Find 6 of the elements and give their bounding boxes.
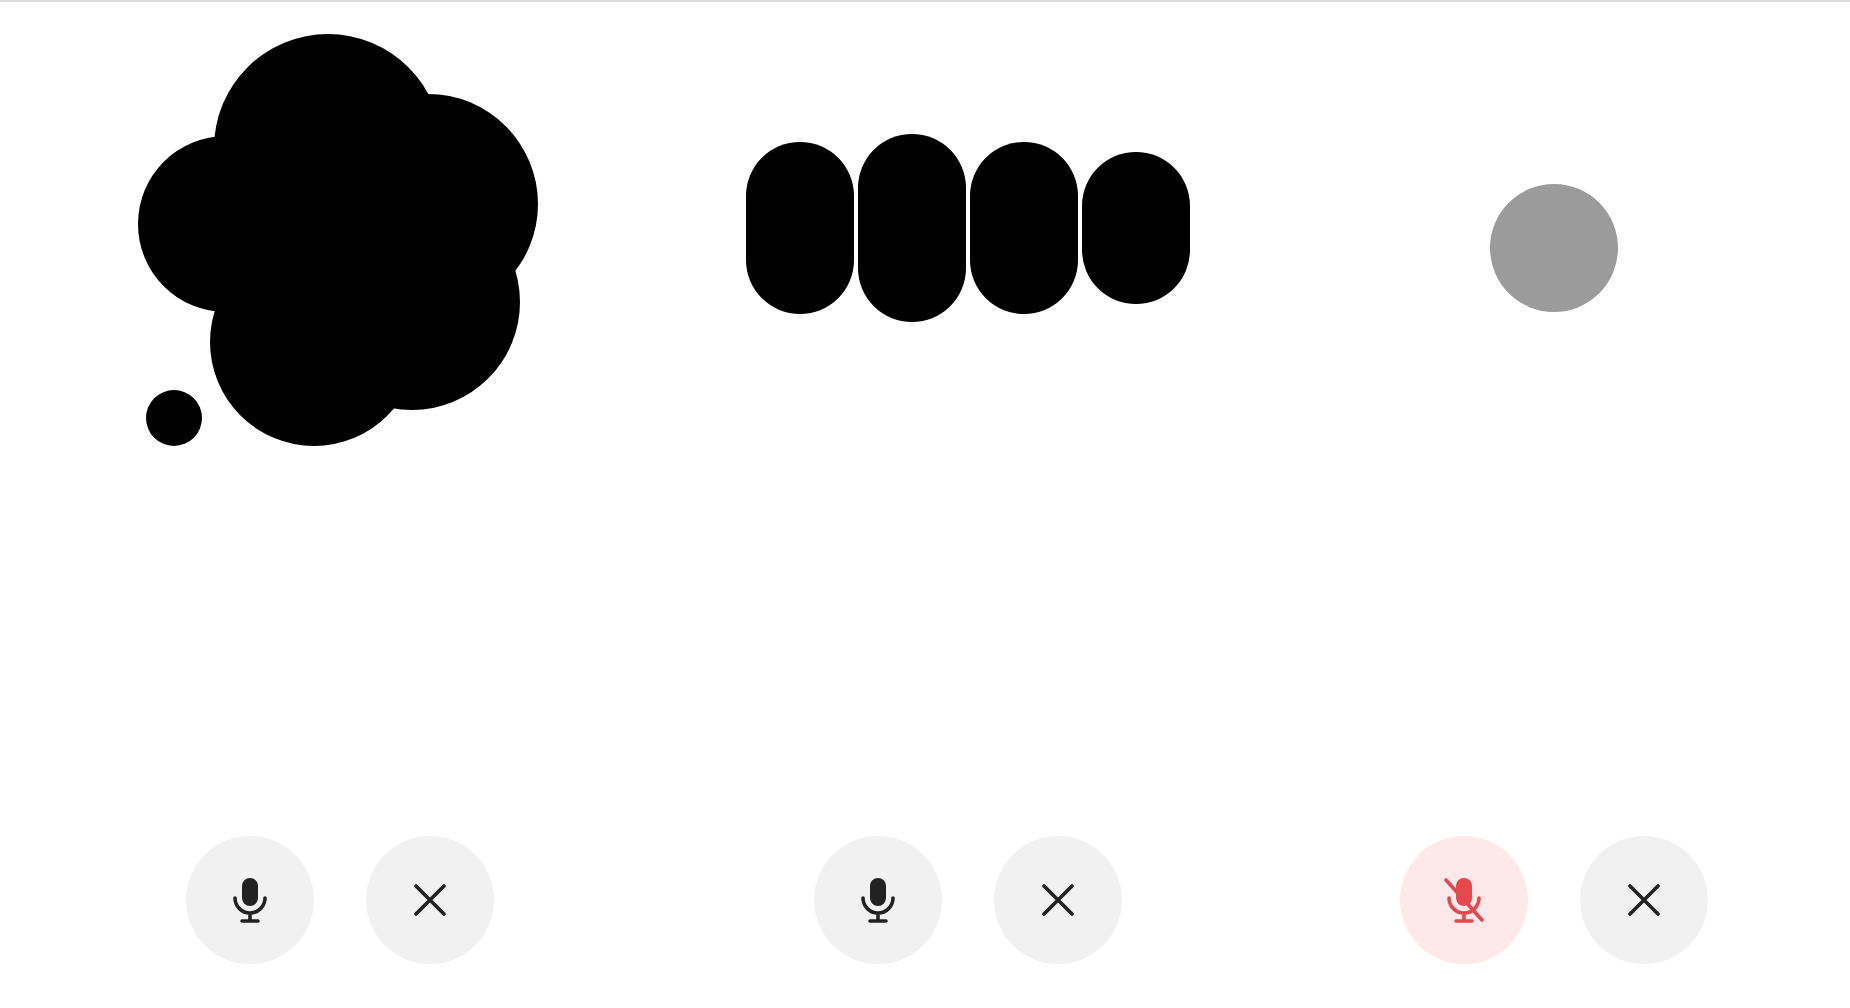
close-icon xyxy=(1627,884,1659,916)
mic-icon xyxy=(228,876,272,924)
close-icon xyxy=(414,884,446,916)
mic-icon xyxy=(856,876,900,924)
muted-mic-icon xyxy=(1441,876,1485,924)
close-icon xyxy=(1042,884,1074,916)
